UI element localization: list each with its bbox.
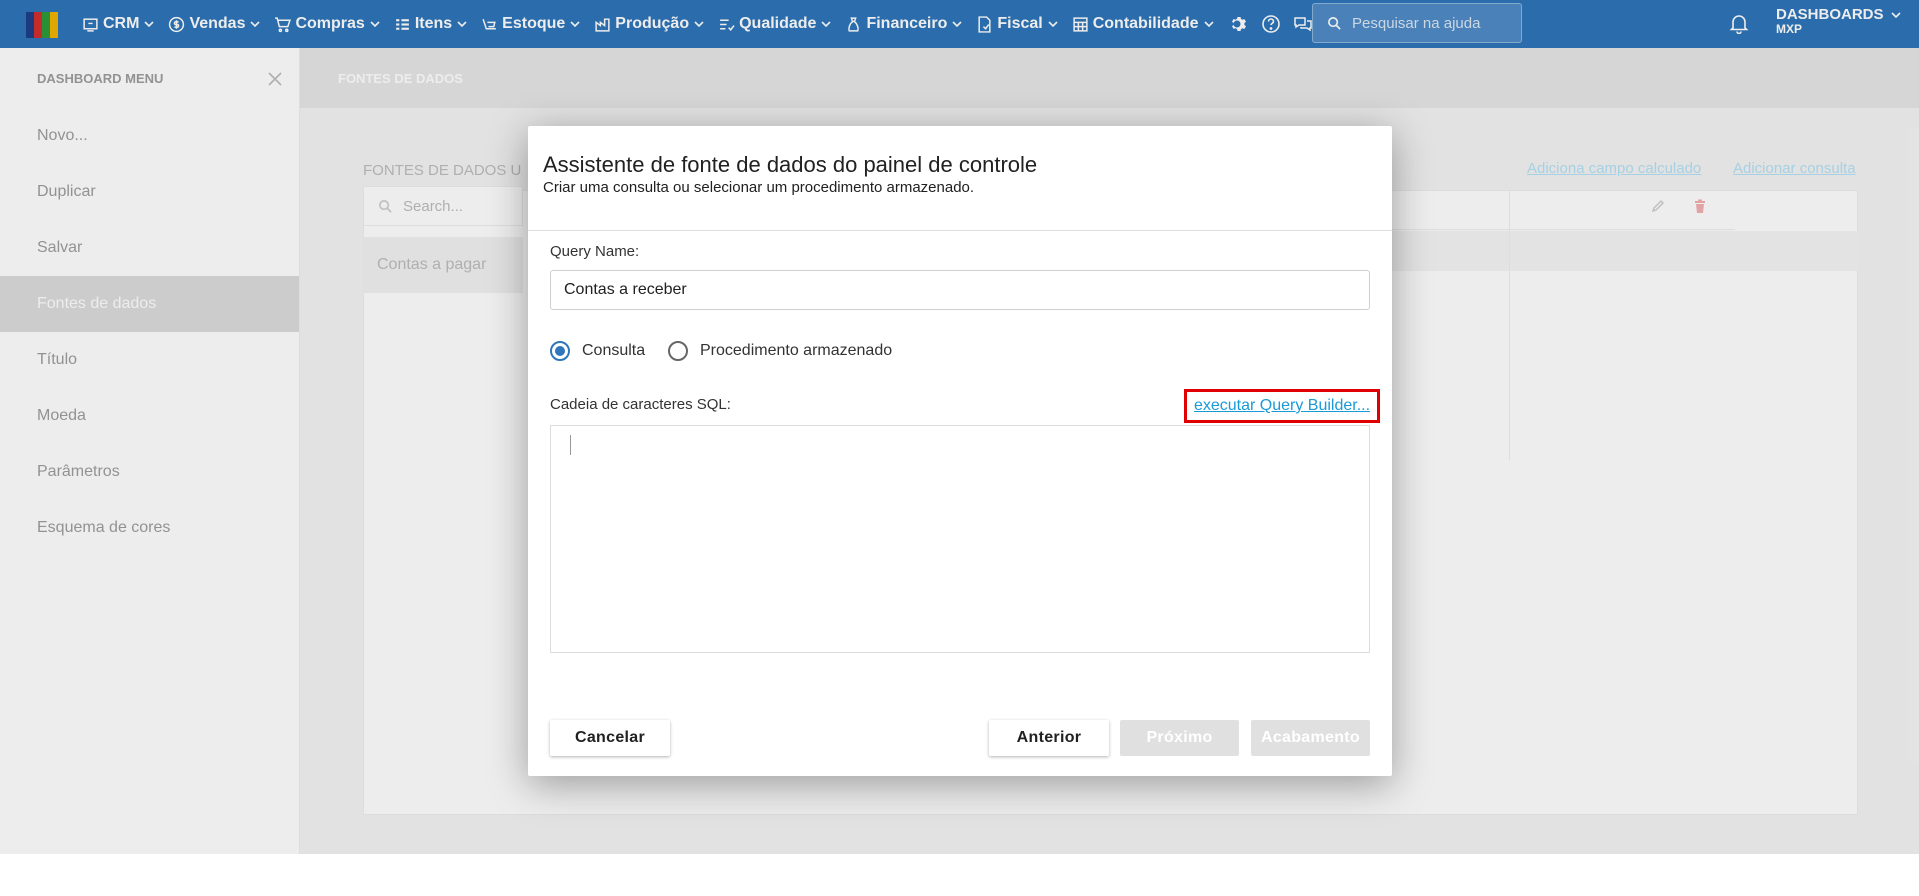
dialog-divider	[528, 230, 1392, 231]
next-button[interactable]: Próximo	[1120, 720, 1239, 756]
run-query-builder-link[interactable]: executar Query Builder...	[1194, 397, 1370, 415]
finish-button[interactable]: Acabamento	[1251, 720, 1370, 756]
datasource-wizard-dialog: Assistente de fonte de dados do painel d…	[528, 126, 1392, 776]
radio-procedimento[interactable]: Procedimento armazenado	[668, 341, 892, 361]
text-caret	[570, 435, 571, 455]
radio-consulta-label: Consulta	[582, 342, 646, 359]
radio-procedimento-label: Procedimento armazenado	[700, 342, 893, 359]
sql-string-label: Cadeia de caracteres SQL:	[550, 396, 731, 413]
query-name-input[interactable]	[550, 270, 1370, 310]
query-name-label: Query Name:	[550, 243, 640, 260]
radio-unchecked-icon	[668, 341, 688, 361]
sql-editor[interactable]	[550, 425, 1370, 653]
radio-checked-icon	[550, 341, 570, 361]
query-builder-highlight: executar Query Builder...	[1184, 389, 1380, 423]
radio-consulta[interactable]: Consulta	[550, 341, 645, 361]
previous-button[interactable]: Anterior	[989, 720, 1109, 756]
dialog-title: Assistente de fonte de dados do painel d…	[543, 152, 1038, 177]
dialog-subtitle: Criar uma consulta ou selecionar um proc…	[543, 179, 975, 196]
cancel-button[interactable]: Cancelar	[550, 720, 670, 756]
